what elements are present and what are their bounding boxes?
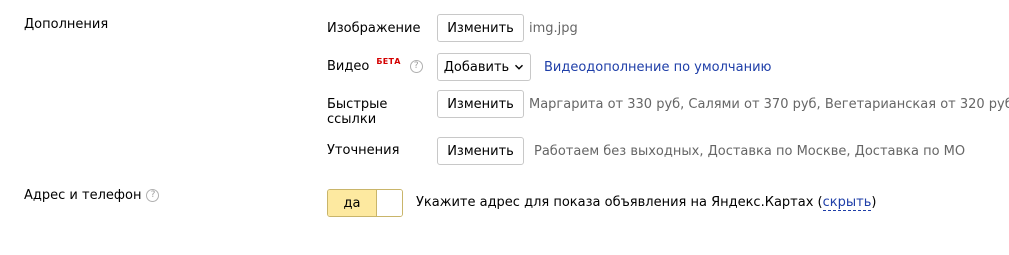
- quick-links-label-line1: Быстрые: [327, 97, 388, 112]
- address-section-title: Адрес и телефон ?: [24, 188, 160, 203]
- question-circle-icon[interactable]: ?: [146, 189, 160, 202]
- question-circle-icon[interactable]: ?: [409, 60, 423, 73]
- address-toggle[interactable]: да: [327, 189, 403, 217]
- quick-links-change-button[interactable]: Изменить: [437, 90, 524, 118]
- video-row-label: Видео БЕТА ?: [327, 57, 423, 74]
- chevron-down-icon: [515, 64, 524, 70]
- toggle-on-label: да: [328, 190, 376, 216]
- image-filename: img.jpg: [529, 21, 578, 36]
- clarifications-change-button[interactable]: Изменить: [437, 137, 524, 165]
- clarifications-value: Работаем без выходных, Доставка по Москв…: [534, 144, 966, 159]
- clarifications-row-label: Уточнения: [327, 143, 399, 158]
- quick-links-value: Маргарита от 330 руб, Салями от 370 руб,…: [529, 97, 1009, 112]
- quick-links-label-line2: ссылки: [327, 112, 377, 127]
- video-label: Видео: [327, 59, 370, 74]
- quick-links-row-label: Быстрые ссылки: [327, 97, 387, 127]
- extras-section-label: Дополнения: [24, 17, 109, 32]
- image-change-button[interactable]: Изменить: [437, 14, 524, 42]
- address-hint: Укажите адрес для показа объявления на Я…: [416, 195, 877, 211]
- clarifications-label: Уточнения: [327, 143, 400, 158]
- image-label: Изображение: [327, 21, 421, 36]
- hide-address-link[interactable]: скрыть: [822, 195, 872, 211]
- address-hint-text: Укажите адрес для показа объявления на Я…: [416, 195, 823, 210]
- address-hint-end: ): [871, 195, 877, 210]
- beta-badge: БЕТА: [376, 57, 401, 66]
- video-add-label: Добавить: [443, 59, 510, 75]
- extras-section-title: Дополнения: [24, 17, 108, 32]
- toggle-knob: [376, 190, 402, 216]
- video-add-dropdown-button[interactable]: Добавить: [437, 53, 531, 81]
- image-row-label: Изображение: [327, 21, 420, 36]
- video-default-link[interactable]: Видеодополнение по умолчанию: [544, 60, 771, 75]
- address-section-label: Адрес и телефон: [24, 188, 142, 203]
- ad-extras-panel: Дополнения Изображение Изменить img.jpg …: [0, 0, 1009, 255]
